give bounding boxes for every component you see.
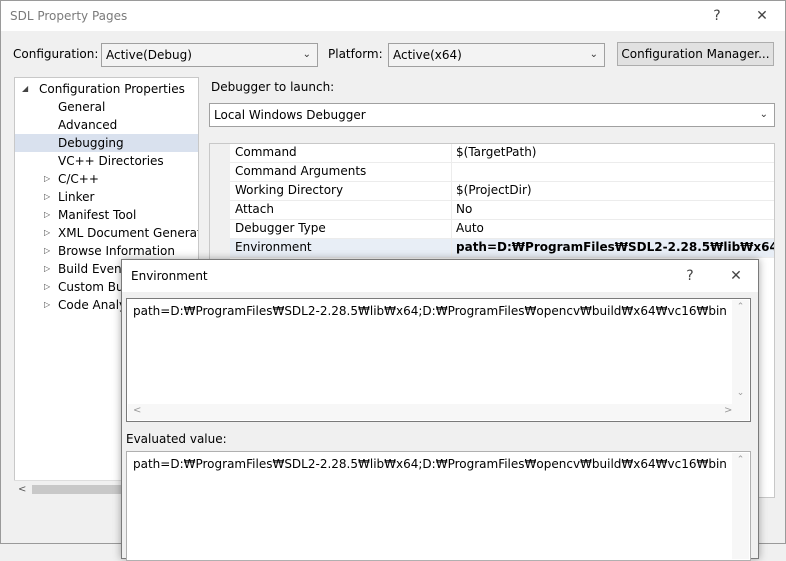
column-divider [451,239,452,258]
collapsed-triangle-icon[interactable]: ▷ [44,296,50,314]
collapsed-triangle-icon[interactable]: ▷ [44,224,50,242]
grid-row-command-arguments[interactable]: Command Arguments [230,163,774,182]
edit-horizontal-scrollbar[interactable]: < > [128,404,749,420]
collapsed-triangle-icon[interactable]: ▷ [44,170,50,188]
environment-edit-box[interactable]: path=D:₩ProgramFiles₩SDL2-2.28.5₩lib₩x64… [126,298,751,422]
scroll-up-icon[interactable]: ⌃ [732,302,749,312]
collapsed-triangle-icon[interactable]: ▷ [44,242,50,260]
scroll-left-icon[interactable]: < [133,405,141,416]
edit-vertical-scrollbar[interactable]: ⌃ ⌄ [732,300,749,404]
grid-row-environment[interactable]: Environment path=D:₩ProgramFiles₩SDL2-2.… [230,239,774,258]
evaluated-value-label: Evaluated value: [126,432,227,446]
platform-select[interactable]: Active(x64) ⌄ [388,43,605,67]
property-value: No [456,202,473,216]
close-button[interactable]: ✕ [748,5,776,27]
configuration-manager-button[interactable]: Configuration Manager... [617,42,774,66]
platform-label: Platform: [328,47,383,61]
tree-item-vc-directories[interactable]: VC++ Directories [58,152,164,170]
property-name: Command Arguments [235,164,367,178]
collapsed-triangle-icon[interactable]: ▷ [44,206,50,224]
tree-item-custom-build[interactable]: Custom Buil [58,278,130,296]
configuration-value: Active(Debug) [106,48,192,62]
scroll-up-icon[interactable]: ⌃ [732,455,749,465]
scrollbar-thumb[interactable] [32,485,132,494]
property-value: path=D:₩ProgramFiles₩SDL2-2.28.5₩lib₩x64… [456,240,774,254]
environment-dialog: Environment ? ✕ path=D:₩ProgramFiles₩SDL… [121,259,759,561]
platform-value: Active(x64) [393,48,462,62]
grid-row-working-directory[interactable]: Working Directory $(ProjectDir) [230,182,774,201]
dialog-close-button[interactable]: ✕ [722,265,750,287]
scroll-left-icon[interactable]: < [18,481,26,498]
dialog-title: Environment [131,269,208,283]
column-divider [451,201,452,220]
configuration-select[interactable]: Active(Debug) ⌄ [101,43,318,67]
help-button[interactable]: ? [703,5,731,27]
property-name: Attach [235,202,274,216]
debugger-launch-label: Debugger to launch: [211,80,335,94]
tree-item-xml-document-generator[interactable]: XML Document Generator [58,224,198,242]
chevron-down-icon: ⌄ [589,49,598,60]
scroll-down-icon[interactable]: ⌄ [732,388,749,398]
dialog-title-bar: Environment ? ✕ [122,260,758,292]
collapsed-triangle-icon[interactable]: ▷ [44,278,50,296]
tree-item-browse-information[interactable]: Browse Information [58,242,175,260]
property-value: $(TargetPath) [456,145,537,159]
property-name: Debugger Type [235,221,326,235]
expanded-triangle-icon[interactable]: ◢ [22,80,28,98]
column-divider [451,163,452,182]
debugger-launch-value: Local Windows Debugger [214,108,366,122]
grid-row-attach[interactable]: Attach No [230,201,774,220]
property-value: Auto [456,221,484,235]
tree-root-configuration-properties[interactable]: Configuration Properties [39,80,185,98]
dialog-help-button[interactable]: ? [676,265,704,287]
evaluated-value-box: path=D:₩ProgramFiles₩SDL2-2.28.5₩lib₩x64… [126,451,751,561]
debugger-launch-select[interactable]: Local Windows Debugger ⌄ [209,103,775,127]
scroll-right-icon[interactable]: > [724,405,732,416]
column-divider [451,182,452,201]
grid-row-debugger-type[interactable]: Debugger Type Auto [230,220,774,239]
tree-item-manifest-tool[interactable]: Manifest Tool [58,206,136,224]
column-divider [451,144,452,163]
chevron-down-icon: ⌄ [302,49,311,60]
collapsed-triangle-icon[interactable]: ▷ [44,188,50,206]
tree-item-c-cpp[interactable]: C/C++ [58,170,99,188]
property-name: Command [235,145,297,159]
evaluated-vertical-scrollbar[interactable]: ⌃ [732,453,749,559]
tree-item-debugging[interactable]: Debugging [15,134,198,152]
property-name: Working Directory [235,183,344,197]
environment-edit-text[interactable]: path=D:₩ProgramFiles₩SDL2-2.28.5₩lib₩x64… [133,304,727,318]
column-divider [451,220,452,239]
title-bar: SDL Property Pages ? ✕ [1,1,785,31]
window-title: SDL Property Pages [10,9,128,23]
grid-row-command[interactable]: Command $(TargetPath) [230,144,774,163]
chevron-down-icon: ⌄ [759,109,768,120]
evaluated-value-text: path=D:₩ProgramFiles₩SDL2-2.28.5₩lib₩x64… [133,457,727,471]
tree-item-general[interactable]: General [58,98,105,116]
tree-item-linker[interactable]: Linker [58,188,94,206]
configuration-label: Configuration: [13,47,99,61]
collapsed-triangle-icon[interactable]: ▷ [44,260,50,278]
property-value: $(ProjectDir) [456,183,532,197]
property-name: Environment [235,240,312,254]
tree-item-advanced[interactable]: Advanced [58,116,117,134]
